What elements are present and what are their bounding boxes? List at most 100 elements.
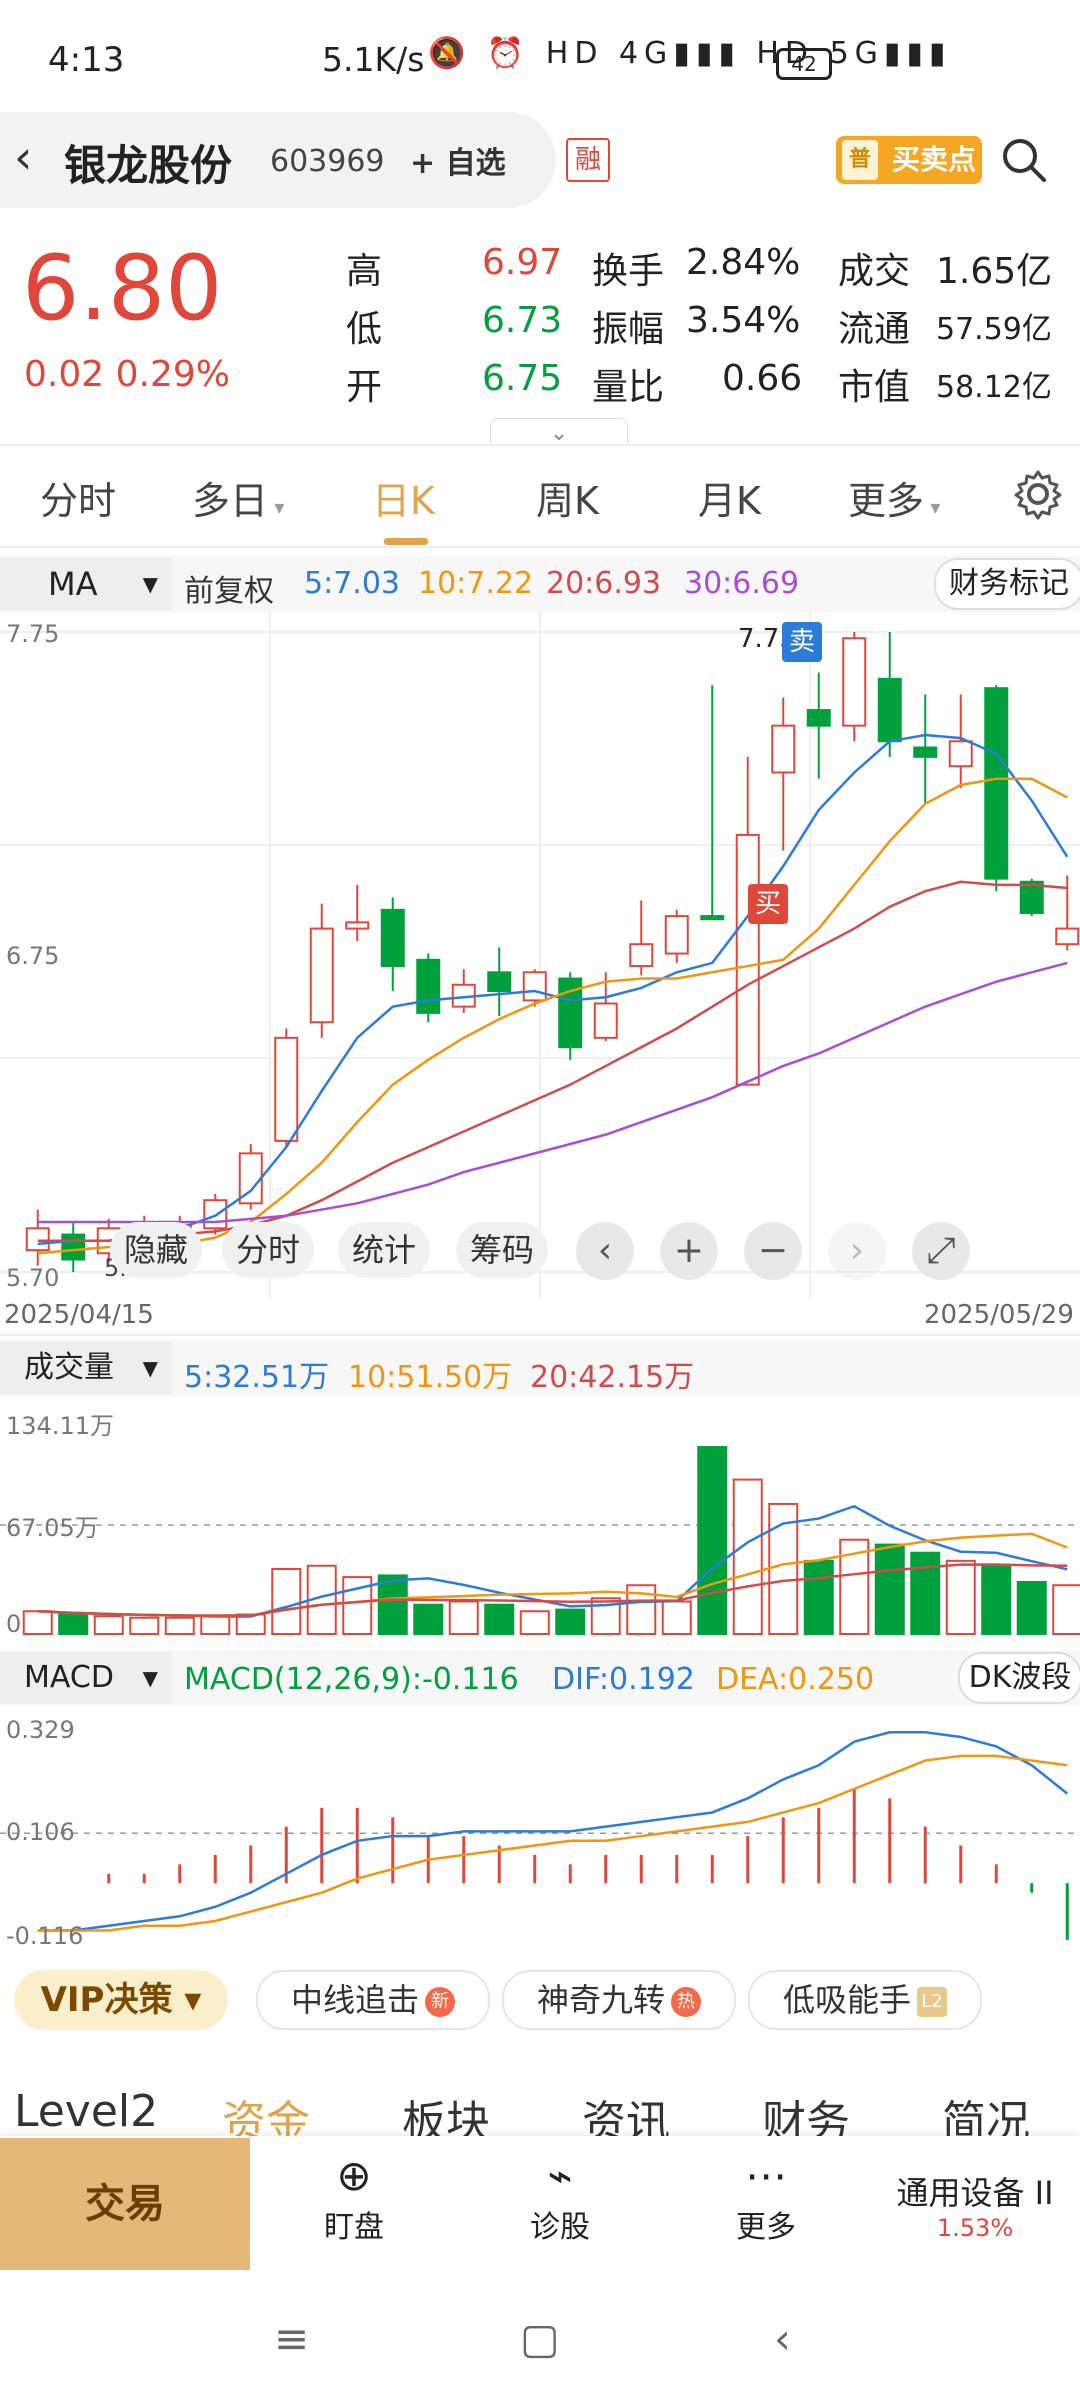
volume-selector-label: 成交量 <box>24 1350 114 1385</box>
tab-more-label: 更多 <box>848 479 925 523</box>
candle-body <box>664 915 689 955</box>
watch-board-button[interactable]: ⊕ 盯盘 <box>264 2150 444 2246</box>
search-icon[interactable] <box>1000 136 1048 184</box>
quote-amount: 1.65亿 <box>936 251 1053 292</box>
quote-high: 6.97 <box>482 242 563 283</box>
tab-more[interactable]: 更多 ▾ <box>848 470 940 525</box>
settings-gear-icon[interactable] <box>1012 468 1064 520</box>
sell-marker[interactable]: 卖 <box>782 622 822 662</box>
buy-sell-points-button[interactable]: 普 买卖点 <box>836 136 982 184</box>
strategy-label: 神奇九转 <box>536 1981 665 2019</box>
volume-bar <box>661 1600 692 1636</box>
volume-bar <box>164 1616 195 1636</box>
ma30-value: 30:6.69 <box>684 566 800 601</box>
date-start: 2025/04/15 <box>4 1300 154 1330</box>
chips-button[interactable]: 筹码 <box>456 1222 548 1278</box>
bs-prefix: 普 <box>842 140 878 180</box>
ma20-value: 20:6.93 <box>546 566 662 601</box>
volume-bar <box>910 1551 941 1635</box>
current-price: 6.80 <box>22 236 223 341</box>
strategy-low-buy[interactable]: 低吸能手 L2 <box>748 1970 982 2030</box>
candle-body <box>345 921 370 930</box>
volume-selector[interactable]: 成交量 ▼ <box>0 1342 172 1394</box>
expand-quote-chevron-icon[interactable]: ⌄ <box>490 418 628 446</box>
signal-icons: 🔕 ⏰ HD 4G▮▮▮ HD 5G▮▮▮ <box>428 36 952 71</box>
ma20-line <box>37 880 1068 1243</box>
adjust-mode[interactable]: 前复权 <box>184 566 274 610</box>
hot-badge: 热 <box>671 1987 701 2017</box>
status-bar: 4:13 5.1K/s 🔕 ⏰ HD 4G▮▮▮ HD 5G▮▮▮ 42 <box>0 0 1080 110</box>
sector-percent: 1.53% <box>936 2214 1014 2242</box>
volume-bar <box>981 1564 1012 1636</box>
tab-monthly-k[interactable]: 月K <box>698 470 761 525</box>
more-dots-icon: ⋯ <box>745 2151 787 2200</box>
financial-mark-button[interactable]: 财务标记 <box>934 558 1080 610</box>
nav-label: 盯盘 <box>324 2210 384 2245</box>
quote-low: 6.73 <box>482 300 563 341</box>
macd-selector[interactable]: MACD ▼ <box>0 1652 172 1704</box>
margin-tag: 融 <box>566 138 610 182</box>
more-button[interactable]: ⋯ 更多 <box>676 2150 856 2246</box>
volume-bar <box>22 1610 53 1636</box>
macd-chart[interactable] <box>0 1706 1080 1956</box>
diagnose-button[interactable]: ⌁ 诊股 <box>470 2150 650 2246</box>
trade-button[interactable]: 交易 <box>0 2138 250 2270</box>
sector-info[interactable]: 通用设备 II 1.53% <box>870 2168 1080 2242</box>
volume-chart[interactable] <box>0 1396 1080 1644</box>
volume-bar <box>93 1615 124 1635</box>
tab-intraday[interactable]: 分时 <box>40 470 116 525</box>
home-icon[interactable]: ▢ <box>520 2314 560 2363</box>
volume-bar <box>58 1613 89 1635</box>
quote-amplitude: 3.54% <box>686 300 801 341</box>
quote-key-volratio: 量比 <box>592 367 665 408</box>
next-icon[interactable]: › <box>828 1222 886 1280</box>
zoom-out-icon[interactable]: − <box>744 1222 802 1280</box>
stock-name: 银龙股份 <box>64 141 233 190</box>
prev-icon[interactable]: ‹ <box>576 1222 634 1280</box>
vip-decision-button[interactable]: VIP决策 ▾ <box>14 1970 228 2030</box>
level2-badge: L2 <box>917 1987 947 2017</box>
volume-bar <box>271 1567 302 1635</box>
tab-daily-k[interactable]: 日K <box>372 470 435 525</box>
dea-line <box>37 1754 1068 1932</box>
candle-body <box>61 1233 86 1261</box>
back-icon[interactable]: ‹ <box>774 2314 791 2363</box>
candlestick-chart[interactable] <box>0 612 1080 1298</box>
fullscreen-icon[interactable]: ⤢ <box>912 1222 970 1280</box>
volume-bar <box>555 1608 586 1636</box>
zoom-in-icon[interactable]: + <box>660 1222 718 1280</box>
macd-axis-mid: 0.106 <box>6 1818 75 1846</box>
add-watchlist-button[interactable]: + 自选 <box>410 138 506 182</box>
volume-bar <box>200 1615 231 1635</box>
strategy-midline-chase[interactable]: 中线追击新 <box>256 1970 490 2030</box>
quote-mktcap: 58.12亿 <box>936 370 1052 405</box>
ma-selector[interactable]: MA ▼ <box>0 558 172 610</box>
intraday-button[interactable]: 分时 <box>222 1222 314 1278</box>
volume-bar <box>448 1600 479 1636</box>
strategy-magic-nine[interactable]: 神奇九转热 <box>502 1970 736 2030</box>
volume-bar <box>697 1446 728 1635</box>
hide-button[interactable]: 隐藏 <box>110 1222 202 1278</box>
statistics-button[interactable]: 统计 <box>338 1222 430 1278</box>
ma-selector-label: MA <box>48 565 98 603</box>
nav-label: 诊股 <box>530 2210 590 2245</box>
dea-value: DEA:0.250 <box>716 1662 875 1697</box>
quote-key-turnover: 换手 <box>592 251 665 292</box>
tab-multiday[interactable]: 多日 ▾ <box>192 470 284 525</box>
price-axis-bottom: 5.70 <box>6 1264 60 1292</box>
dk-wave-button[interactable]: DK波段 <box>958 1652 1080 1704</box>
macd-value: MACD(12,26,9):-0.116 <box>184 1662 519 1697</box>
tab-weekly-k[interactable]: 周K <box>536 470 599 525</box>
tab-level2[interactable]: Level2 <box>14 2086 158 2137</box>
quote-key-mktcap: 市值 <box>838 367 911 408</box>
menu-icon[interactable]: ≡ <box>274 2314 309 2363</box>
back-arrow-icon[interactable]: ‹ <box>14 130 32 184</box>
buy-marker[interactable]: 买 <box>748 884 788 924</box>
crosshair-icon: ⊕ <box>336 2151 372 2200</box>
candle-body <box>274 1036 299 1142</box>
candle-body <box>806 709 831 727</box>
candle-body <box>593 1002 618 1039</box>
vol-axis-top: 134.11万 <box>6 1412 114 1440</box>
candle-body <box>700 915 725 921</box>
tab-multiday-label: 多日 <box>192 479 269 523</box>
